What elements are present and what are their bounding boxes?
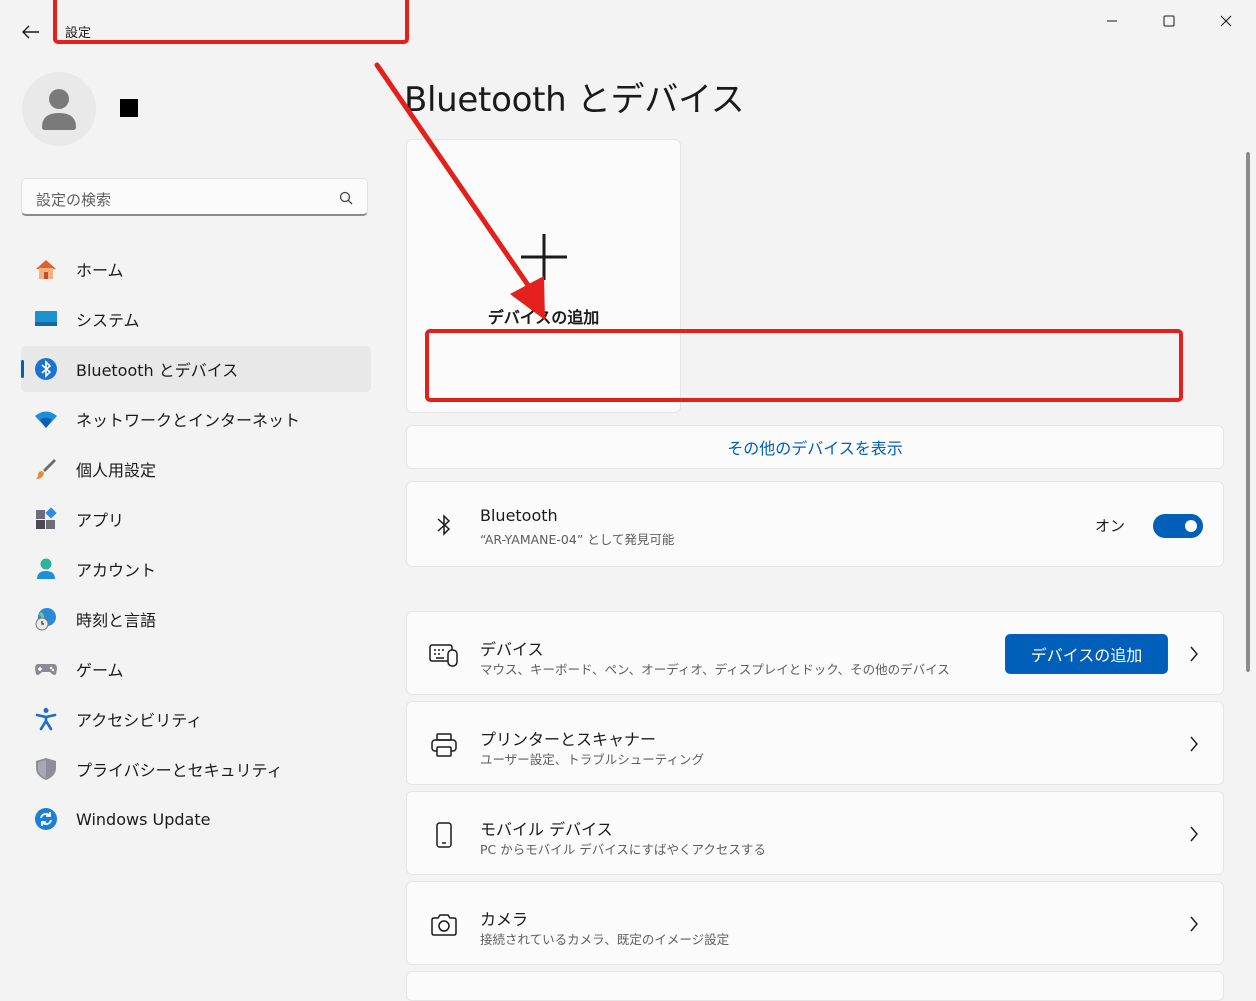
sidebar-item-label: Bluetooth とデバイス [76,361,239,380]
sidebar-item-privacy[interactable]: プライバシーとセキュリティ [21,746,371,792]
sidebar-item-label: ネットワークとインターネット [76,411,301,430]
bluetooth-toggle[interactable] [1153,514,1203,538]
sidebar-item-time-language[interactable]: 時刻と言語 [21,596,371,642]
plus-icon [519,232,569,286]
annotation-box-title [53,0,409,44]
brush-icon [34,457,58,481]
sidebar-item-accessibility[interactable]: アクセシビリティ [21,696,371,742]
phone-icon [429,822,459,848]
camera-icon [429,912,459,938]
refresh-icon [34,807,58,831]
keyboard-mouse-icon [429,642,459,668]
add-device-tile-label: デバイスの追加 [487,308,600,327]
devices-subtitle: マウス、キーボード、ペン、オーディオ、ディスプレイとドック、その他のデバイス [480,662,950,677]
gamepad-icon [34,657,58,681]
printers-title: プリンターとスキャナー [480,730,657,749]
printers-card[interactable]: プリンターとスキャナー ユーザー設定、トラブルシューティング [406,701,1224,785]
sidebar-item-label: ホーム [76,261,124,280]
person-silhouette-icon [42,89,76,130]
show-more-devices-button[interactable]: その他のデバイスを表示 [406,425,1224,469]
person-icon [34,557,58,581]
monitor-icon [34,307,58,331]
sidebar-item-label: アプリ [76,511,125,530]
sidebar-item-label: アカウント [76,561,157,580]
annotation-box-target [425,329,1183,402]
chevron-right-icon [1189,736,1199,756]
accessibility-icon [34,707,58,731]
vertical-scrollbar[interactable] [1246,152,1250,672]
printers-subtitle: ユーザー設定、トラブルシューティング [480,752,705,767]
toggle-knob [1185,520,1197,532]
page-title: Bluetooth とデバイス [404,80,745,120]
camera-card[interactable]: カメラ 接続されているカメラ、既定のイメージ設定 [406,881,1224,965]
minimize-icon [1107,20,1117,22]
search-box[interactable]: 設定の検索 [21,178,368,216]
bluetooth-symbol-icon [429,512,459,538]
devices-title: デバイス [480,640,544,659]
chevron-right-icon [1189,646,1199,666]
sidebar-item-accounts[interactable]: アカウント [21,546,371,592]
shield-icon [34,757,58,781]
wifi-icon [34,407,58,431]
show-more-devices-label: その他のデバイスを表示 [727,439,903,458]
chevron-right-icon [1189,916,1199,936]
sidebar-item-label: アクセシビリティ [76,711,203,730]
sidebar-item-label: ゲーム [76,661,124,680]
toggle-state-label: オン [1094,517,1125,535]
camera-title: カメラ [480,910,529,929]
maximize-button[interactable] [1149,8,1189,34]
sidebar-item-gaming[interactable]: ゲーム [21,646,371,692]
search-placeholder: 設定の検索 [36,191,112,209]
mobile-devices-title: モバイル デバイス [480,820,613,839]
sidebar-item-label: Windows Update [76,809,211,829]
next-card-partial[interactable] [406,971,1224,1001]
sidebar-item-label: システム [76,311,140,330]
back-button[interactable] [18,20,44,44]
sidebar-item-home[interactable]: ホーム [21,246,371,292]
chevron-right-icon [1189,826,1199,846]
sidebar-item-network[interactable]: ネットワークとインターネット [21,396,371,442]
apps-icon [34,507,58,531]
minimize-button[interactable] [1092,8,1132,34]
bluetooth-icon [34,357,58,381]
printer-icon [429,732,459,758]
maximize-icon [1163,15,1175,27]
devices-card[interactable]: デバイス マウス、キーボード、ペン、オーディオ、ディスプレイとドック、その他のデ… [406,611,1224,695]
globe-clock-icon [34,607,58,631]
user-name-redacted [120,99,138,117]
add-device-button[interactable]: デバイスの追加 [1005,634,1168,674]
bluetooth-subtitle: “AR-YAMANE-04” として発見可能 [480,532,675,547]
camera-subtitle: 接続されているカメラ、既定のイメージ設定 [480,932,730,947]
close-icon [1220,15,1232,27]
home-icon [34,257,58,281]
sidebar-item-personalization[interactable]: 個人用設定 [21,446,371,492]
avatar[interactable] [22,72,96,146]
search-icon[interactable] [339,190,353,209]
sidebar-item-apps[interactable]: アプリ [21,496,371,542]
bluetooth-card: Bluetooth “AR-YAMANE-04” として発見可能 オン [406,481,1224,567]
sidebar-item-label: プライバシーとセキュリティ [76,761,283,780]
sidebar-item-bluetooth[interactable]: Bluetooth とデバイス [21,346,371,392]
sidebar-item-label: 個人用設定 [76,461,157,480]
sidebar-nav: ホーム システム Bluetooth とデバイス ネットワークとインターネット … [21,246,371,846]
sidebar-item-windows-update[interactable]: Windows Update [21,796,371,842]
close-button[interactable] [1206,8,1246,34]
mobile-devices-card[interactable]: モバイル デバイス PC からモバイル デバイスにすばやくアクセスする [406,791,1224,875]
sidebar-item-label: 時刻と言語 [76,611,157,630]
sidebar-item-system[interactable]: システム [21,296,371,342]
mobile-devices-subtitle: PC からモバイル デバイスにすばやくアクセスする [480,842,766,857]
back-arrow-icon [22,25,39,39]
bluetooth-title: Bluetooth [480,506,558,525]
